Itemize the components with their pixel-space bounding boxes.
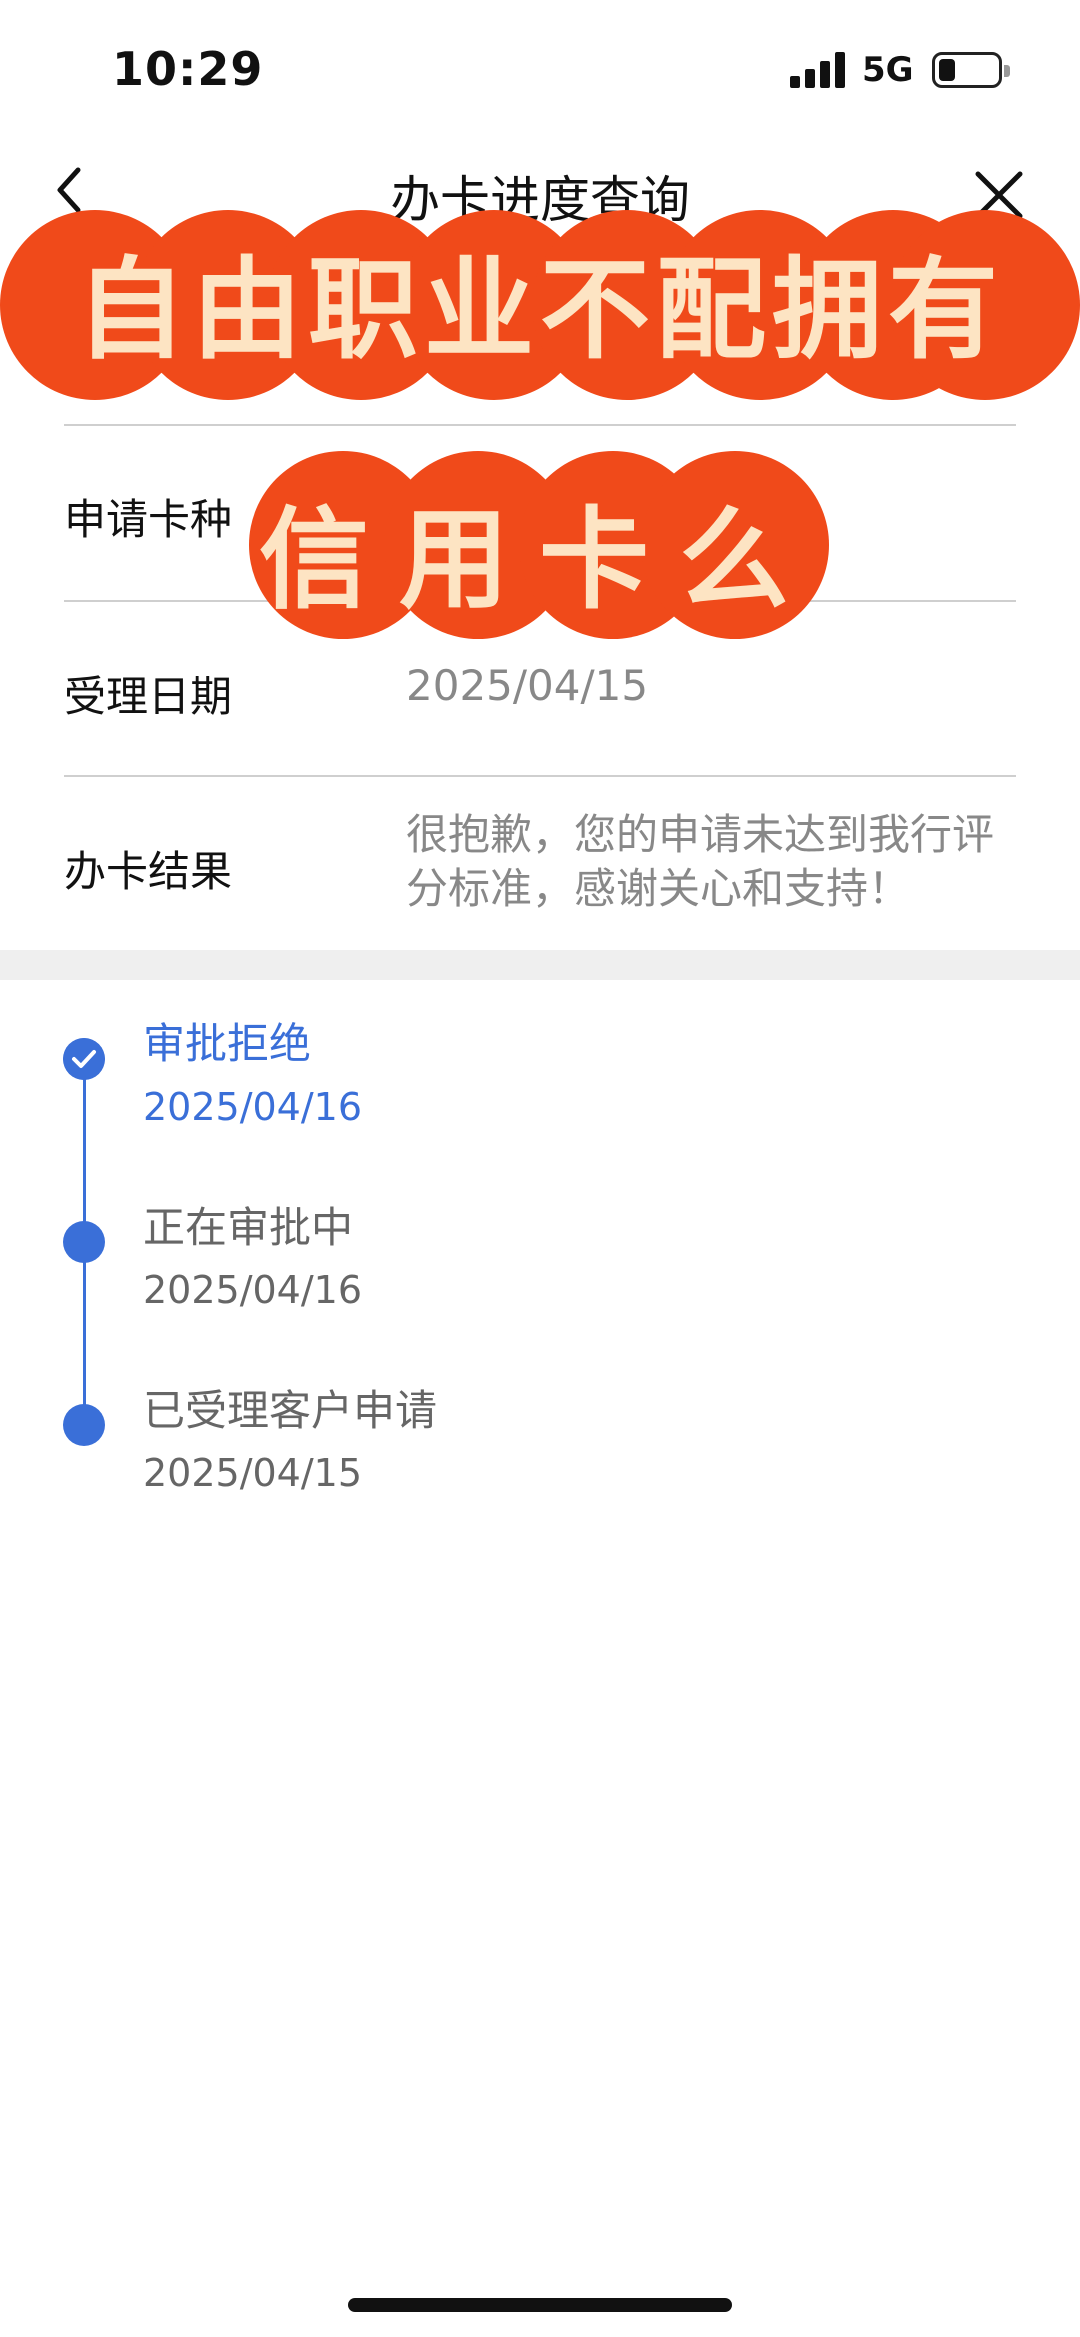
timeline-step-title: 正在审批中 (143, 1203, 354, 1252)
home-indicator[interactable] (348, 2298, 732, 2312)
signal-icon (790, 52, 848, 88)
check-icon (63, 1038, 105, 1080)
result-value-line1: 很抱歉，您的申请未达到我行评 (406, 810, 995, 859)
section-divider (0, 950, 1080, 980)
timeline-dot (63, 1404, 105, 1446)
result-value: 很抱歉，您的申请未达到我行评 分标准，感谢关心和支持！ (406, 808, 1026, 916)
timeline-step-date: 2025/04/15 (143, 1451, 363, 1495)
timeline-step-date: 2025/04/16 (143, 1268, 363, 1312)
timeline-step-title: 已受理客户申请 (143, 1386, 438, 1435)
status-time: 10:29 (112, 42, 264, 96)
divider (64, 424, 1016, 426)
overlay-text-1: 自由职业不配拥有 (76, 245, 1004, 374)
result-value-line2: 分标准，感谢关心和支持！ (406, 864, 911, 913)
timeline-step-date: 2025/04/16 (143, 1085, 363, 1129)
overlay-text-2: 信用卡么 (259, 495, 819, 624)
accept-date-label: 受理日期 (64, 672, 233, 721)
divider (64, 775, 1016, 777)
card-type-label: 申请卡种 (64, 495, 233, 544)
timeline-step-title: 审批拒绝 (143, 1019, 312, 1068)
accept-date-value: 2025/04/15 (406, 661, 649, 710)
network-label: 5G (862, 50, 914, 90)
battery-icon (932, 52, 1010, 88)
timeline-dot (63, 1221, 105, 1263)
result-label: 办卡结果 (64, 847, 233, 896)
